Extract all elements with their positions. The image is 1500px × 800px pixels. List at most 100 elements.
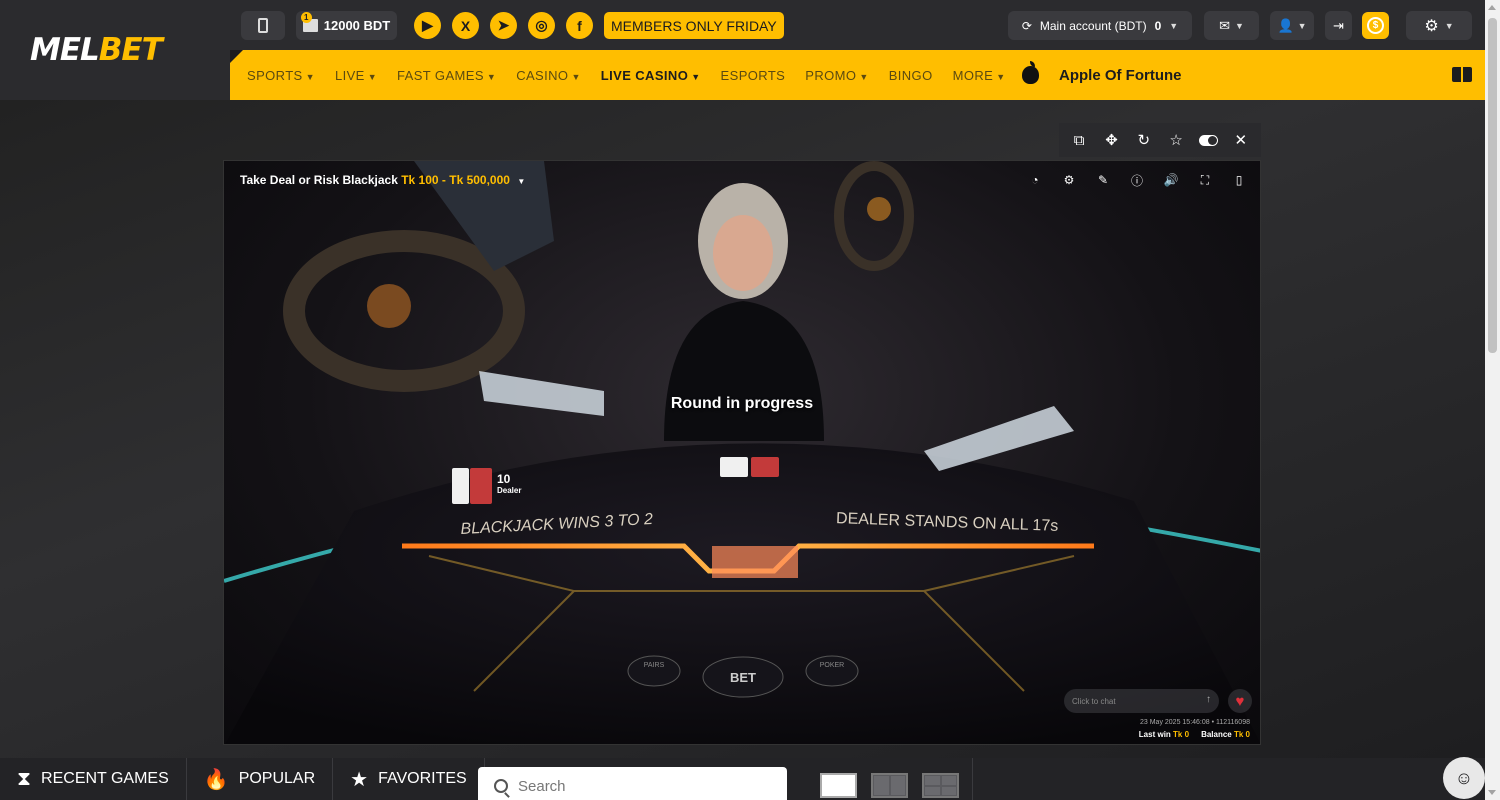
game-toolbar: ⧉ ✥ ↻ ☆ ✕ — [1059, 123, 1261, 157]
nav-label: LIVE — [334, 67, 365, 83]
mobile-view-icon[interactable]: ▯ — [1228, 171, 1250, 189]
pairs-bet-spot[interactable] — [627, 655, 681, 687]
chevron-down-icon: ▼ — [691, 71, 701, 82]
nav-item-casino[interactable]: CASINO ▼ — [516, 68, 581, 83]
telegram-icon[interactable]: ➤ — [490, 12, 517, 39]
layout-four-button[interactable] — [922, 773, 959, 798]
chevron-down-icon: ▼ — [367, 71, 378, 82]
nav-item-live-casino[interactable]: LIVE CASINO ▼ — [601, 68, 701, 83]
tab-recent-games[interactable]: ⧗ RECENT GAMES — [0, 758, 187, 800]
layout-switcher — [820, 773, 959, 798]
star-icon[interactable]: ☆ — [1165, 129, 1187, 151]
chevron-down-icon: ▼ — [305, 71, 315, 82]
layout-two-button[interactable] — [871, 773, 908, 798]
facebook-icon[interactable]: f — [566, 12, 593, 39]
nav-label: PROMO — [805, 67, 857, 83]
nav-item-fast-games[interactable]: FAST GAMES ▼ — [397, 68, 496, 83]
live-game-frame[interactable]: BLACKJACK WINS 3 TO 2 DEALER STANDS ON A… — [223, 160, 1261, 745]
messages-button[interactable]: ✉ ▼ — [1204, 11, 1259, 40]
pairs-label: PAIRS — [644, 662, 665, 669]
bonus-amount: 12000 BDT — [323, 18, 391, 33]
settings-icon[interactable]: ⚙ — [1058, 171, 1080, 189]
chevron-down-icon: ▼ — [517, 177, 526, 186]
dealer-score: 10 — [497, 472, 511, 486]
bet-label: BET — [730, 670, 756, 685]
book-icon[interactable] — [1452, 67, 1472, 82]
table-name: Take Deal or Risk Blackjack — [240, 173, 398, 187]
fullscreen-icon[interactable]: ⛶ — [1194, 171, 1216, 189]
nav-item-more[interactable]: MORE ▼ — [953, 68, 1006, 83]
chat-input[interactable]: Click to chat ↑ — [1064, 689, 1219, 713]
nav-item-bingo[interactable]: BINGO — [889, 68, 933, 83]
mobile-app-button[interactable] — [241, 11, 285, 40]
decor-orb — [367, 284, 411, 328]
chevron-down-icon: ▼ — [859, 71, 869, 82]
melbet-logo[interactable]: MEL BET — [0, 0, 230, 100]
refresh-icon[interactable]: ⟳ — [1022, 19, 1032, 33]
nav-item-sports[interactable]: SPORTS ▼ — [247, 68, 315, 83]
account-selector[interactable]: ⟳ Main account (BDT) 0 ▼ — [1008, 11, 1192, 40]
phone-icon — [258, 18, 268, 33]
cashier-button[interactable]: $ — [1362, 12, 1389, 39]
game-balance-row: Last win Tk 0 Balance Tk 0 — [1139, 730, 1250, 739]
bottom-bar: ⧗ RECENT GAMES 🔥 POPULAR ★ FAVORITES — [0, 758, 1485, 800]
nav-label: SPORTS — [247, 67, 303, 83]
featured-game-link[interactable]: Apple Of Fortune — [1022, 50, 1182, 100]
nav-item-live[interactable]: LIVE ▼ — [335, 68, 377, 83]
table-name-selector[interactable]: Take Deal or Risk Blackjack Tk 100 - Tk … — [240, 173, 525, 187]
heart-icon[interactable]: ♥ — [1228, 689, 1252, 713]
move-icon[interactable]: ✥ — [1100, 129, 1122, 151]
open-external-icon[interactable]: ⧉ — [1068, 129, 1090, 151]
close-icon[interactable]: ✕ — [1230, 129, 1252, 151]
tab-label: FAVORITES — [378, 770, 467, 787]
support-chat-button[interactable]: ☺ — [1443, 757, 1485, 799]
profile-button[interactable]: 👤 ▼ — [1270, 11, 1314, 40]
bonus-button[interactable]: 1 12000 BDT — [296, 11, 397, 40]
last-win-value: Tk 0 — [1173, 730, 1190, 739]
wand-icon[interactable]: ✎ — [1092, 171, 1114, 189]
tab-label: RECENT GAMES — [41, 770, 169, 787]
send-icon[interactable]: ↑ — [1206, 694, 1211, 705]
balance-label: Balance — [1201, 730, 1232, 739]
round-timestamp: 23 May 2025 15:46:08 • 112116098 — [1139, 719, 1250, 726]
search-input[interactable] — [518, 777, 758, 795]
youtube-icon[interactable]: ▶ — [414, 12, 441, 39]
support-agent-icon: ☺ — [1454, 767, 1474, 788]
members-only-friday-button[interactable]: MEMBERS ONLY FRIDAY — [604, 12, 784, 39]
logout-icon: ⇥ — [1333, 17, 1344, 33]
settings-button[interactable]: ⚙ ▼ — [1406, 11, 1472, 40]
x-icon[interactable]: X — [452, 12, 479, 39]
history-icon[interactable]: ◔ — [1024, 171, 1046, 189]
volume-icon[interactable]: 🔊 — [1160, 171, 1182, 189]
table-center-glow — [712, 546, 798, 578]
toggle-icon[interactable] — [1197, 129, 1219, 151]
nav-label: BINGO — [888, 67, 933, 83]
tab-popular[interactable]: 🔥 POPULAR — [187, 758, 334, 800]
chevron-down-icon: ▼ — [1444, 20, 1454, 31]
reload-icon[interactable]: ↻ — [1133, 129, 1155, 151]
nav-label: FAST GAMES — [397, 67, 484, 83]
bonus-count-badge: 1 — [300, 12, 312, 23]
hourglass-icon: ⧗ — [17, 767, 32, 790]
layout-single-button[interactable] — [820, 773, 857, 798]
scrollbar[interactable] — [1485, 0, 1500, 800]
tab-favorites[interactable]: ★ FAVORITES — [333, 758, 485, 800]
nav-label: ESPORTS — [720, 67, 786, 83]
scroll-up-icon[interactable] — [1488, 5, 1496, 10]
instagram-icon[interactable]: ◎ — [528, 12, 555, 39]
dealer-face — [713, 215, 773, 291]
dealer-card-queen — [452, 468, 469, 504]
scrollbar-thumb[interactable] — [1488, 18, 1497, 353]
info-icon[interactable]: ⓘ — [1126, 171, 1148, 189]
account-balance: 0 — [1154, 18, 1162, 33]
nav-item-promo[interactable]: PROMO ▼ — [805, 68, 868, 83]
page: MEL BET 1 12000 BDT ▶ X ➤ ◎ f MEMBERS ONL… — [0, 0, 1500, 800]
user-icon: 👤 — [1277, 17, 1294, 33]
game-search[interactable] — [478, 767, 787, 800]
table-card — [720, 457, 748, 477]
logout-button[interactable]: ⇥ — [1325, 11, 1352, 40]
scroll-down-icon[interactable] — [1488, 790, 1496, 795]
nav-item-esports[interactable]: ESPORTS — [721, 68, 786, 83]
dealer-label: Dealer — [497, 486, 522, 495]
poker-bet-spot[interactable] — [805, 655, 859, 687]
